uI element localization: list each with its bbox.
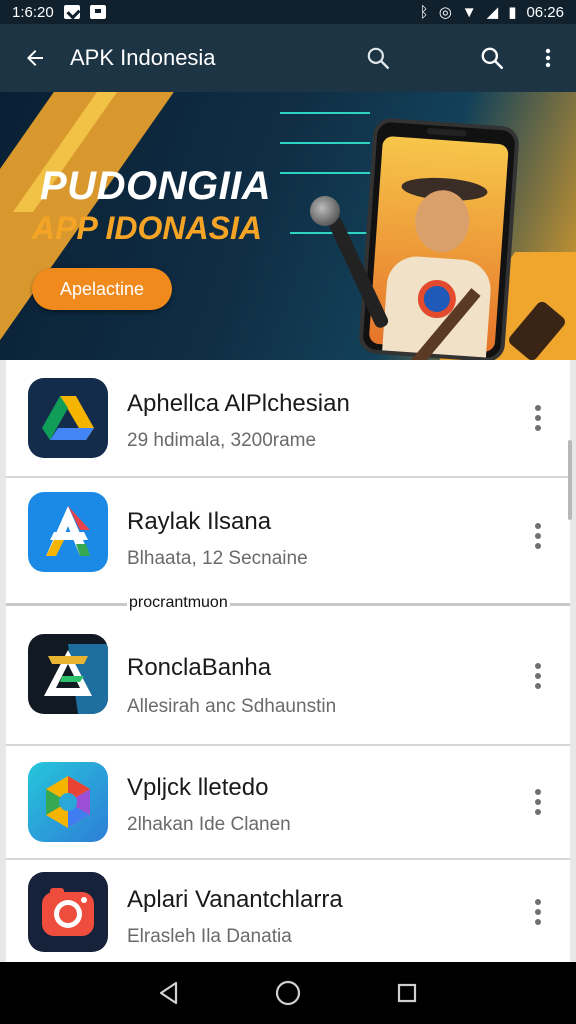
signal-icon: ◢ — [486, 3, 499, 21]
nav-home-button[interactable] — [268, 973, 308, 1013]
a-logo-icon — [28, 492, 108, 572]
camera-icon — [28, 872, 108, 952]
battery-icon: ▮ — [508, 3, 517, 21]
app-subtitle: 29 hdimala, 3200rame — [127, 430, 317, 451]
list-item[interactable]: Raylak Ilsana Blhaata, 12 Secnaine — [6, 478, 570, 606]
wifi-icon: ▼ — [461, 3, 477, 21]
app-name: Raylak Ilsana — [127, 508, 272, 535]
microphone-icon — [310, 196, 340, 226]
more-vert-icon — [535, 523, 541, 549]
delta-logo-icon — [28, 634, 108, 714]
overflow-menu-button[interactable] — [520, 24, 576, 92]
list-item[interactable]: Aphellca AlPlchesian 29 hdimala, 3200ram… — [6, 360, 570, 478]
more-vert-icon — [535, 789, 541, 815]
phone-screen — [368, 135, 509, 360]
phone-notch — [426, 127, 467, 137]
banner-circuit-lines — [280, 112, 370, 114]
app-list: Aphellca AlPlchesian 29 hdimala, 3200ram… — [6, 360, 570, 962]
more-vert-icon — [535, 405, 541, 431]
more-options-button[interactable] — [518, 882, 558, 942]
page-title: APK Indonesia — [70, 45, 216, 70]
list-item[interactable]: Aplari Vanantchlarra Elrasleh Ila Danati… — [6, 860, 570, 964]
app-name: RonclaBanha — [127, 654, 272, 681]
more-vert-icon — [535, 663, 541, 689]
banner-cta-button[interactable]: Apelactine — [32, 268, 172, 310]
list-item[interactable]: RonclaBanha Allesirah anc Sdhaunstin — [6, 606, 570, 746]
list-item[interactable]: Vpljck lletedo 2lhakan Ide Clanen — [6, 746, 570, 860]
search-button[interactable] — [464, 24, 520, 92]
app-subtitle: Allesirah anc Sdhaunstin — [127, 696, 337, 717]
app-name: Vpljck lletedo — [127, 774, 269, 801]
drive-icon — [28, 378, 108, 458]
alarm-icon: ◎ — [438, 3, 452, 21]
status-bar: 1:6:20 ᛒ ◎ ▼ ◢ ▮ 06:26 — [0, 0, 576, 24]
search-icon — [367, 47, 389, 69]
status-time-right: 06:26 — [526, 3, 564, 21]
more-options-button[interactable] — [518, 506, 558, 566]
square-recents-icon — [397, 983, 416, 1003]
notification-icon — [63, 5, 80, 19]
triangle-back-icon — [160, 981, 178, 1005]
bluetooth-icon: ᛒ — [419, 3, 429, 21]
app-subtitle: Blhaata, 12 Secnaine — [127, 548, 308, 569]
circle-home-icon — [275, 980, 301, 1006]
status-time-left: 1:6:20 — [12, 3, 54, 21]
more-options-button[interactable] — [518, 388, 558, 448]
more-options-button[interactable] — [518, 772, 558, 832]
banner-title: PUDONGIIA — [40, 164, 272, 208]
app-subtitle: 2lhakan Ide Clanen — [127, 814, 291, 835]
arrow-back-icon — [27, 50, 43, 66]
nav-recents-button[interactable] — [387, 973, 427, 1013]
banner-subtitle: APP IDONASIA — [32, 210, 262, 246]
back-button[interactable] — [0, 24, 70, 92]
more-vert-icon — [545, 48, 551, 68]
promo-banner[interactable]: PUDONGIIA APP IDONASIA Apelactine — [0, 92, 576, 360]
app-name: Aphellca AlPlchesian — [127, 390, 350, 417]
more-vert-icon — [535, 899, 541, 925]
search-icon — [481, 47, 504, 70]
search-button-secondary[interactable] — [350, 24, 406, 92]
app-bar: APK Indonesia — [0, 24, 576, 92]
app-notification-icon — [89, 5, 106, 19]
nav-back-button[interactable] — [149, 973, 189, 1013]
overlay-text: procrantmuon — [127, 594, 230, 612]
app-name: Aplari Vanantchlarra — [127, 886, 343, 913]
more-options-button[interactable] — [518, 646, 558, 706]
scrollbar[interactable] — [568, 440, 572, 520]
navigation-bar — [0, 962, 576, 1024]
hexagon-logo-icon — [28, 762, 108, 842]
app-subtitle: Elrasleh Ila Danatia — [127, 926, 292, 947]
